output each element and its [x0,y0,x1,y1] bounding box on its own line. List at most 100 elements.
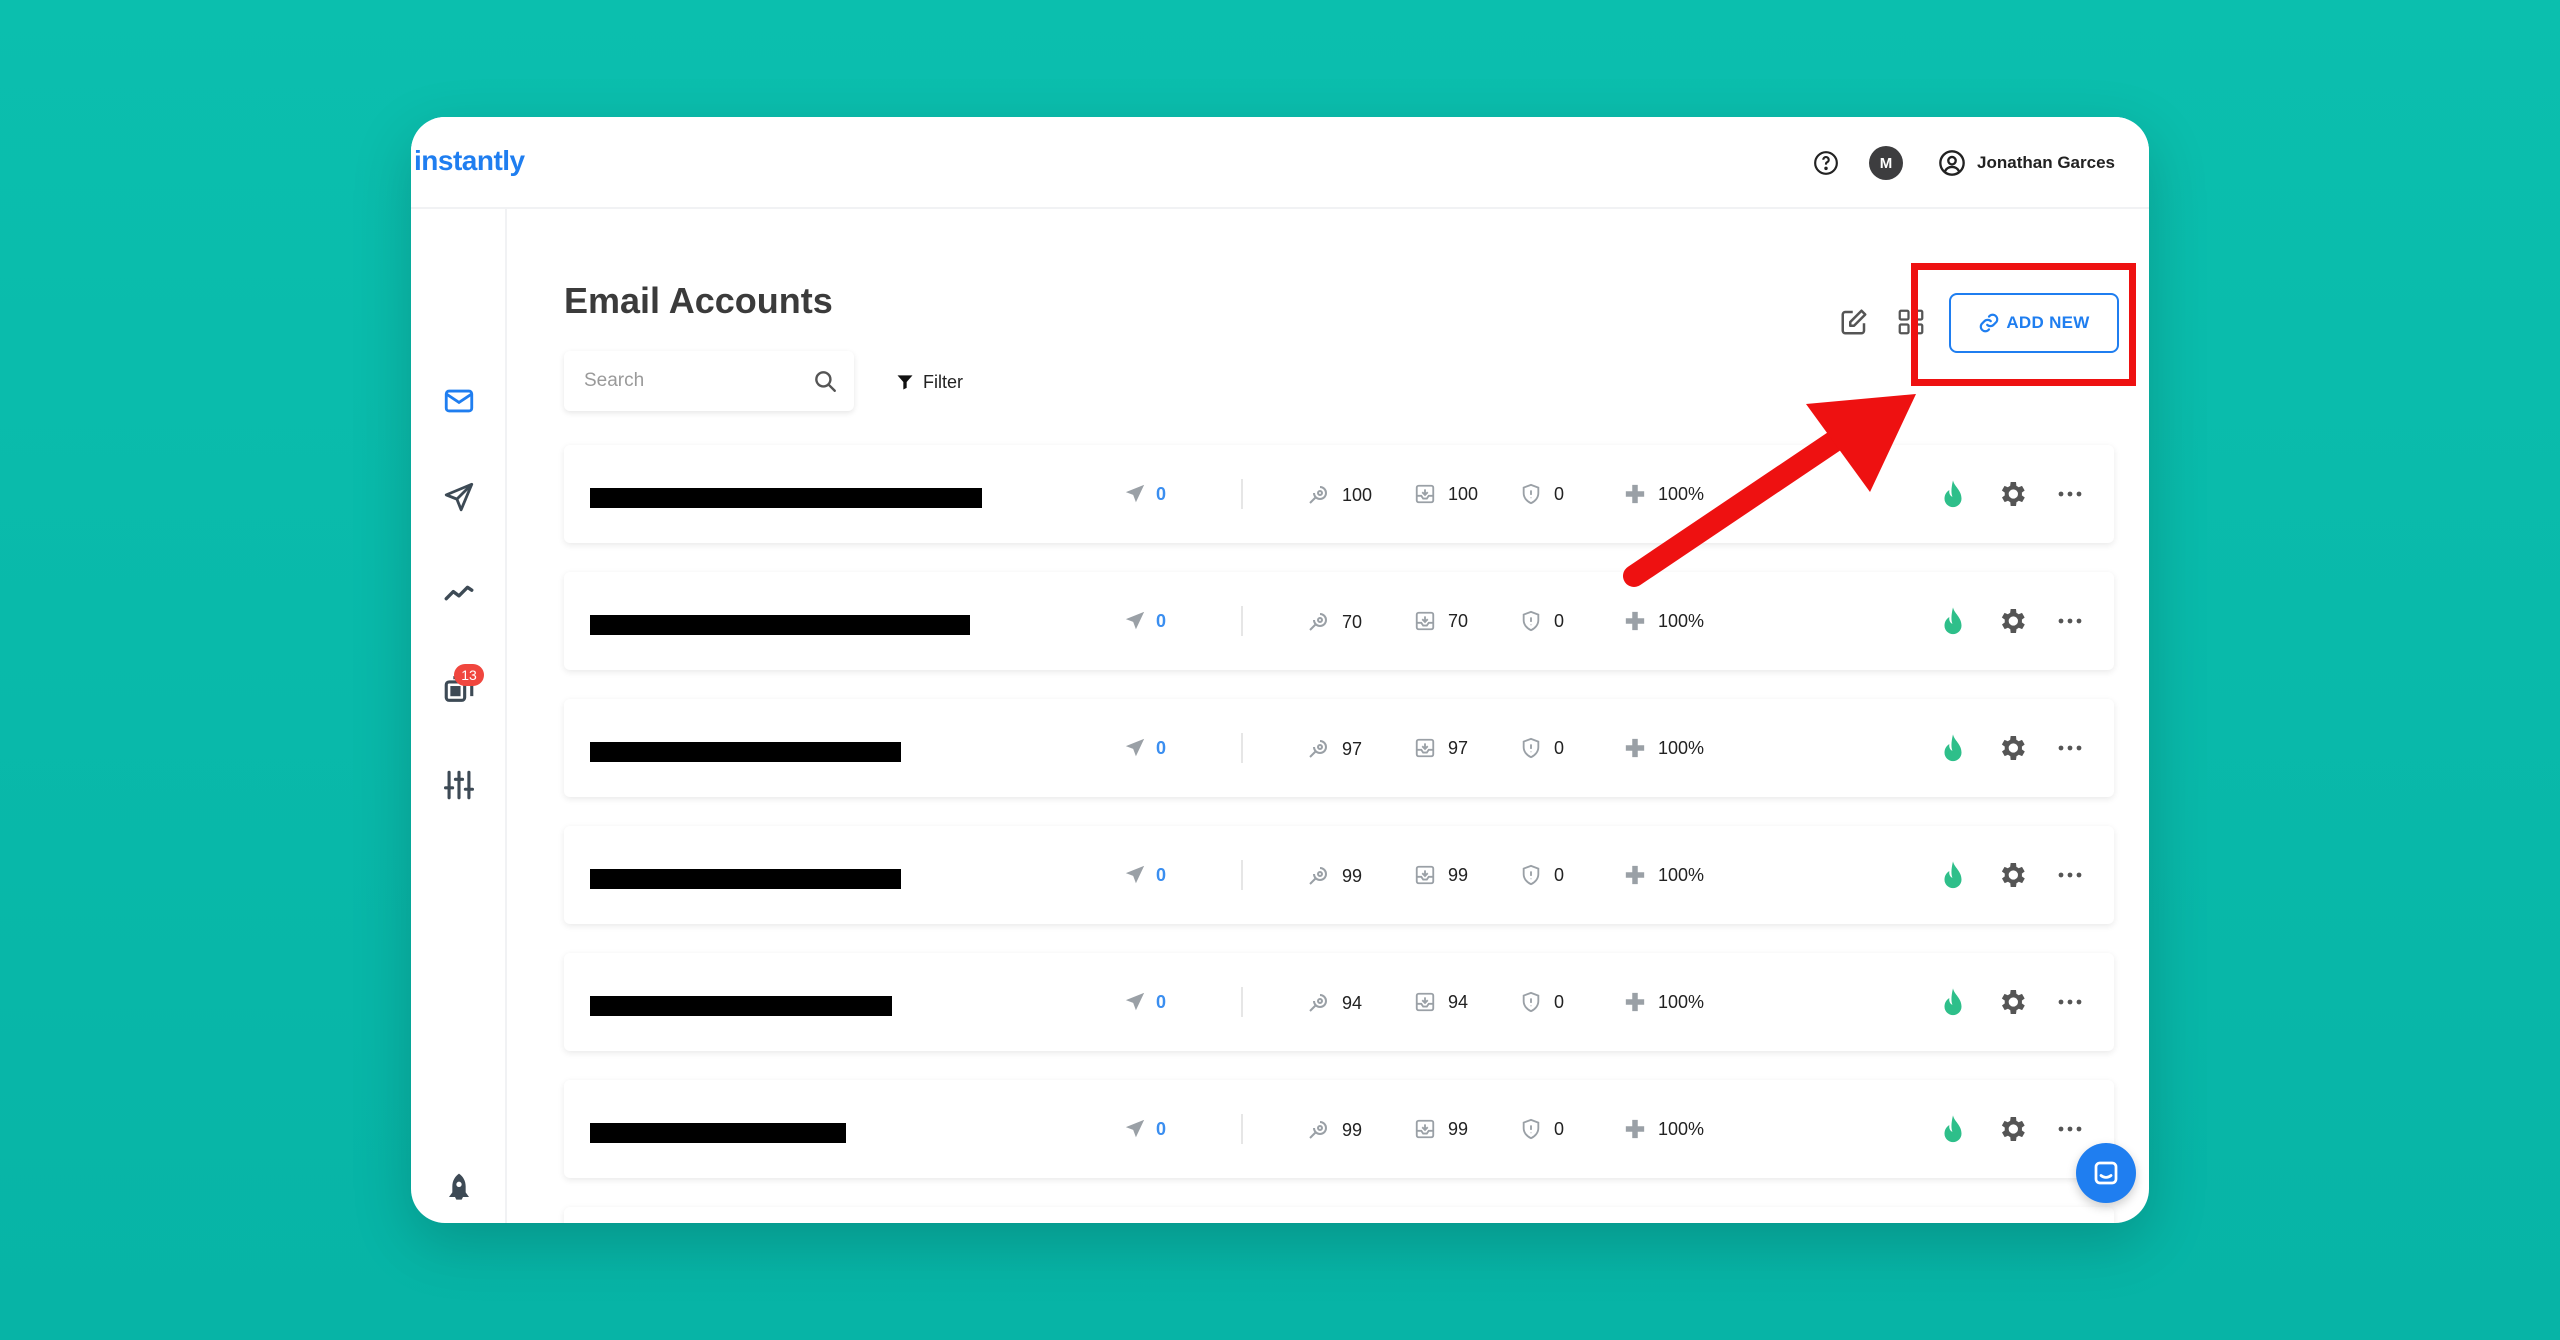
paper-plane-icon [1125,992,1145,1011]
user-circle-icon[interactable] [1937,148,1967,178]
inbox-icon [1415,611,1435,631]
inbox-icon [1415,738,1435,758]
sent-count: 0 [1124,610,1166,632]
flame-icon[interactable] [1938,605,1968,639]
chat-support-button[interactable] [2076,1143,2136,1203]
gear-icon[interactable] [1996,478,2028,510]
account-row[interactable]: 0 70 70 0 100% [564,572,2114,670]
warmup-count: 100 [1306,483,1372,507]
inbox-count: 100 [1414,483,1478,505]
sent-count: 0 [1124,1118,1166,1140]
sidebar-item-accounts[interactable] [411,371,507,431]
more-options-icon[interactable] [2054,986,2086,1018]
divider [1241,606,1243,636]
redacted-email [590,615,970,635]
search-icon[interactable] [812,368,838,394]
account-row[interactable]: 0 100 100 0 100% [564,445,2114,543]
sidebar-item-analytics[interactable] [411,563,507,623]
shield-icon [1522,864,1540,886]
more-options-icon[interactable] [2054,478,2086,510]
inbox-count: 97 [1414,737,1468,759]
warmup-icon [1309,740,1327,758]
gear-icon[interactable] [1996,1113,2028,1145]
divider [1241,987,1243,1017]
shield-icon [1522,1118,1540,1140]
warmup-count: 70 [1306,610,1362,634]
paper-plane-icon [1125,611,1145,630]
warmup-icon [1309,486,1327,504]
redacted-email [590,996,892,1016]
account-row[interactable]: 0 99 99 0 100% [564,1080,2114,1178]
top-bar: instantly M Jonathan Garces [411,117,2149,209]
filter-button[interactable]: Filter [895,367,963,397]
gear-icon[interactable] [1996,605,2028,637]
flame-icon[interactable] [1938,478,1968,512]
spam-count: 0 [1520,610,1564,632]
warmup-count: 99 [1306,1118,1362,1142]
sidebar-item-campaigns[interactable] [411,467,507,527]
question-circle-icon[interactable] [1811,148,1841,178]
user-name[interactable]: Jonathan Garces [1977,153,2115,173]
add-new-label: ADD NEW [2006,313,2090,332]
inbox-count: 70 [1414,610,1468,632]
sidebar-item-getting-started[interactable] [411,1157,507,1217]
inbox-icon [1415,992,1435,1012]
link-icon [1979,313,1999,333]
spam-count: 0 [1520,1118,1564,1140]
sent-count: 0 [1124,737,1166,759]
sent-count: 0 [1124,864,1166,886]
warmup-icon [1309,1121,1327,1139]
plus-icon [1625,738,1645,758]
account-row[interactable]: 0 97 97 0 100% [564,699,2114,797]
inbox-icon [1415,1119,1435,1139]
redacted-email [590,1123,846,1143]
more-options-icon[interactable] [2054,1113,2086,1145]
flame-icon[interactable] [1938,1113,1968,1147]
spam-count: 0 [1520,483,1564,505]
search-input[interactable] [564,351,804,411]
warmup-count: 94 [1306,991,1362,1015]
more-options-icon[interactable] [2054,605,2086,637]
filter-icon [897,375,913,390]
warmup-icon [1309,994,1327,1012]
warmup-count: 99 [1306,864,1362,888]
plus-icon [1625,992,1645,1012]
health-score: 100% [1624,610,1704,632]
analytics-icon [444,585,474,601]
health-score: 100% [1624,483,1704,505]
shield-icon [1522,610,1540,632]
warmup-count: 97 [1306,737,1362,761]
divider [1241,1114,1243,1144]
sidebar-item-settings[interactable] [411,755,507,815]
inbox-count: 99 [1414,864,1468,886]
warmup-icon [1309,613,1327,631]
shield-icon [1522,991,1540,1013]
flame-icon[interactable] [1938,986,1968,1020]
app-window: instantly M Jonathan Garces 13 Email Acc… [411,117,2149,1223]
account-row[interactable]: 0 99 99 0 100% [564,826,2114,924]
flame-icon[interactable] [1938,859,1968,893]
add-new-button[interactable]: ADD NEW [1949,293,2119,353]
health-score: 100% [1624,737,1704,759]
gear-icon[interactable] [1996,859,2028,891]
account-row[interactable]: 0 94 94 0 100% [564,953,2114,1051]
select-grid-icon[interactable] [1896,307,1926,337]
send-icon [444,482,474,512]
more-options-icon[interactable] [2054,732,2086,764]
sidebar-item-unibox[interactable]: 13 [411,659,507,719]
mail-icon [444,389,474,413]
gear-icon[interactable] [1996,732,2028,764]
settings-sliders-icon [443,770,475,800]
more-options-icon[interactable] [2054,859,2086,891]
divider [1241,860,1243,890]
gear-icon[interactable] [1996,986,2028,1018]
workspace-avatar[interactable]: M [1869,146,1904,180]
redacted-email [590,742,901,762]
redacted-email [590,869,901,889]
unread-badge: 13 [454,664,484,686]
spam-count: 0 [1520,864,1564,886]
app-logo[interactable]: instantly [414,145,525,177]
flame-icon[interactable] [1938,732,1968,766]
inbox-count: 94 [1414,991,1468,1013]
edit-icon[interactable] [1839,307,1869,337]
